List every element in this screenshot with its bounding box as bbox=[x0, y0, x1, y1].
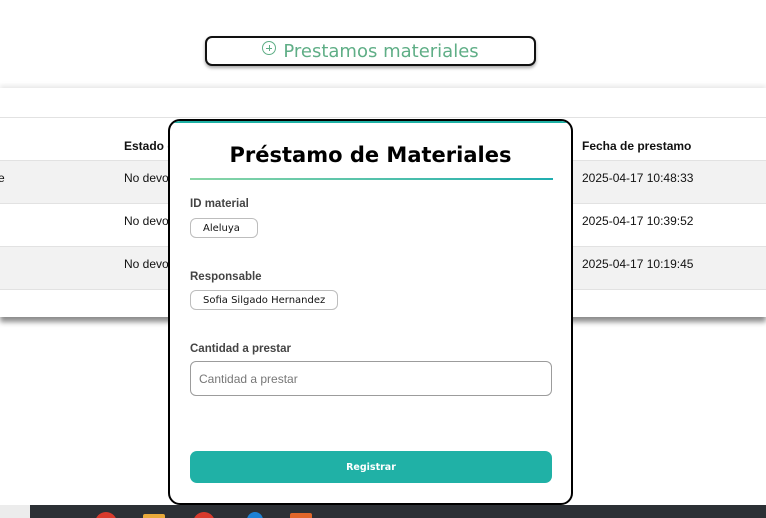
column-header-fecha: Fecha de prestamo bbox=[582, 139, 692, 153]
row-estado: No devo bbox=[124, 257, 169, 271]
prestamos-materiales-label: Prestamos materiales bbox=[283, 40, 479, 62]
folder-icon[interactable] bbox=[143, 514, 165, 518]
chrome-alt-icon[interactable] bbox=[193, 512, 215, 518]
row-fecha: 2025-04-17 10:19:45 bbox=[582, 257, 694, 271]
table-divider bbox=[0, 117, 766, 118]
app-icon[interactable] bbox=[290, 513, 312, 518]
taskbar-search-area[interactable] bbox=[0, 505, 30, 518]
row-fecha: 2025-04-17 10:48:33 bbox=[582, 171, 694, 185]
modal-title: Préstamo de Materiales bbox=[229, 143, 512, 167]
id-material-select[interactable]: Aleluya bbox=[190, 218, 258, 238]
prestamos-materiales-button[interactable]: Prestamos materiales bbox=[205, 36, 536, 66]
registrar-button[interactable]: Registrar bbox=[190, 451, 552, 483]
cantidad-label: Cantidad a prestar bbox=[190, 343, 291, 355]
responsable-label: Responsable bbox=[190, 271, 262, 283]
row-fecha: 2025-04-17 10:39:52 bbox=[582, 214, 694, 228]
cantidad-input[interactable] bbox=[190, 361, 552, 396]
plus-circle-icon bbox=[262, 41, 277, 55]
id-material-label: ID material bbox=[190, 198, 249, 210]
modal-accent-bar bbox=[170, 121, 571, 123]
prestamo-modal: Préstamo de Materiales ID material Alelu… bbox=[168, 119, 573, 505]
title-underline bbox=[190, 178, 553, 180]
chrome-icon[interactable] bbox=[95, 512, 117, 518]
row-first-cell: e bbox=[0, 171, 5, 185]
row-estado: No devo bbox=[124, 214, 169, 228]
row-estado: No devo bbox=[124, 171, 169, 185]
edge-icon[interactable] bbox=[247, 512, 263, 518]
responsable-select[interactable]: Sofia Silgado Hernandez bbox=[190, 290, 338, 310]
taskbar bbox=[0, 505, 766, 518]
